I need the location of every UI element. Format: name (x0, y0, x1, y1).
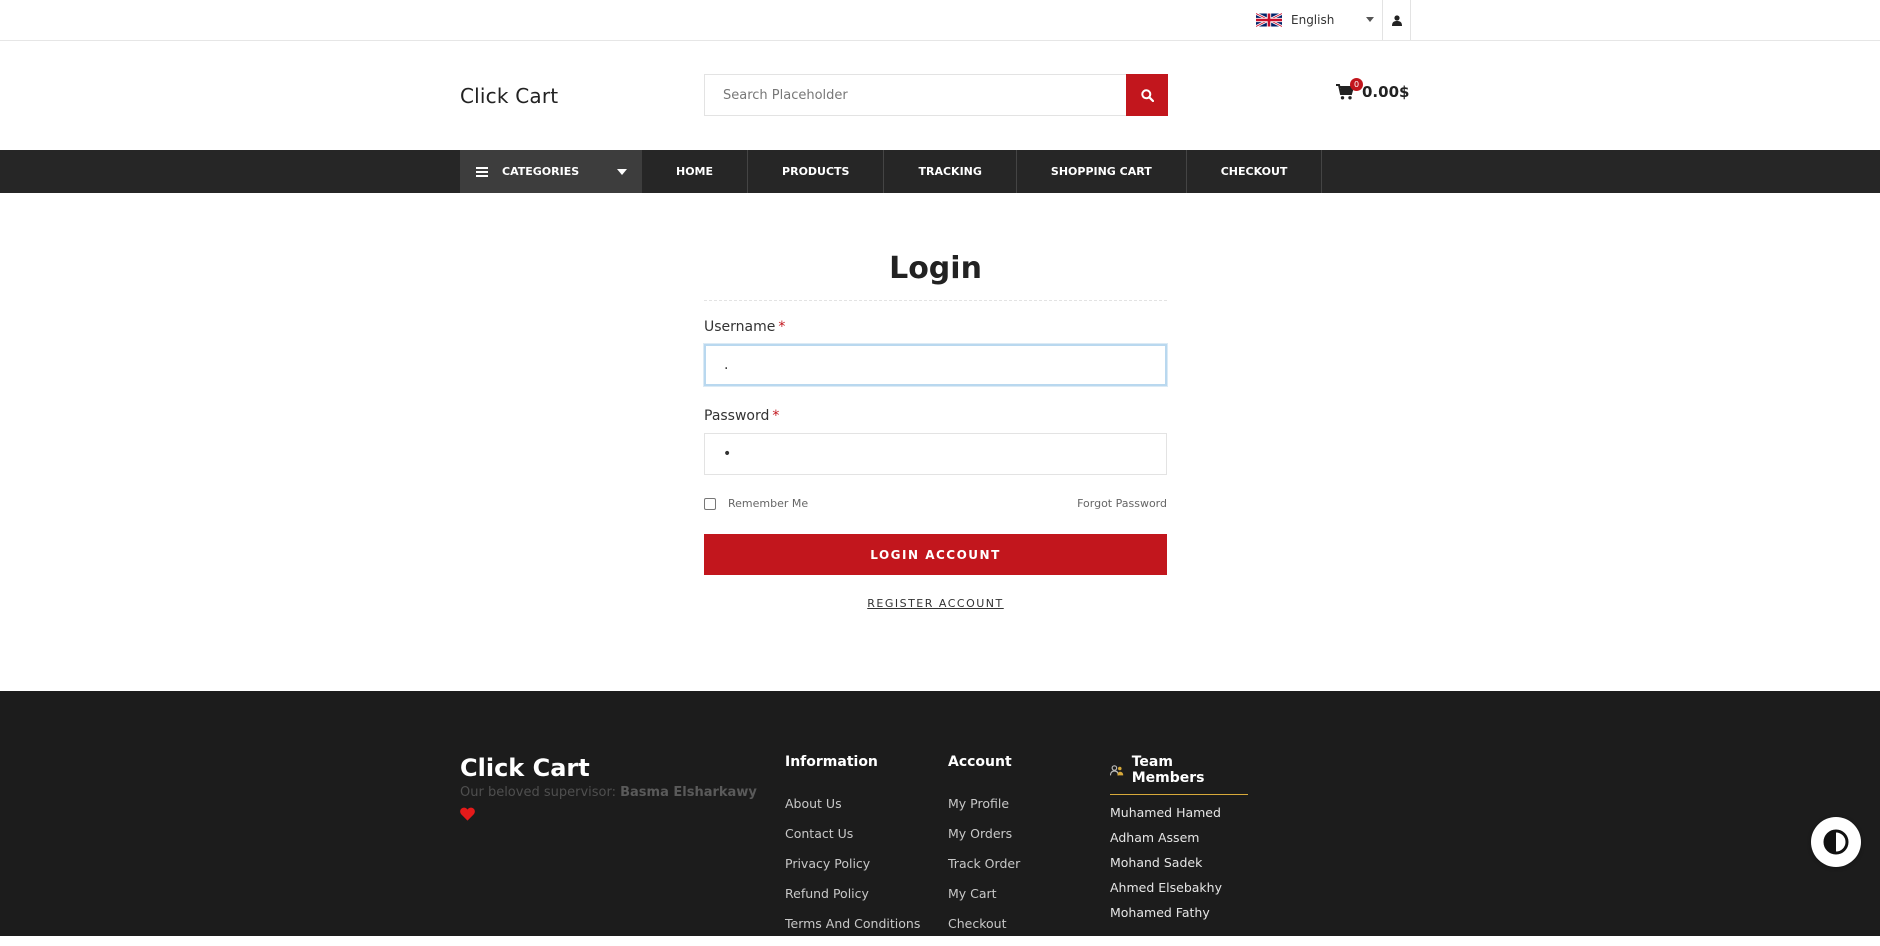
main-navigation: CATEGORIES HOME PRODUCTS TRACKING SHOPPI… (0, 150, 1880, 193)
footer-link-contact-us[interactable]: Contact Us (785, 826, 920, 856)
cart-button[interactable]: 0 0.00$ (1336, 78, 1410, 101)
supervisor-credit: Our beloved supervisor: Basma Elsharkawy (460, 785, 757, 800)
search-input[interactable] (705, 75, 1126, 115)
password-field[interactable] (704, 433, 1167, 475)
categories-dropdown[interactable]: CATEGORIES (460, 150, 642, 193)
footer-information: Information About Us Contact Us Privacy … (785, 754, 920, 946)
header: Click Cart 0 0.00$ (0, 41, 1880, 150)
search-icon (1140, 88, 1154, 102)
team-heading: Team Members (1110, 754, 1248, 795)
language-label: English (1291, 13, 1335, 27)
language-selector[interactable]: English (1256, 0, 1382, 40)
footer-link-about-us[interactable]: About Us (785, 796, 920, 826)
username-field[interactable] (704, 344, 1167, 386)
chevron-down-icon (1366, 17, 1374, 22)
footer-link-terms[interactable]: Terms And Conditions (785, 916, 920, 946)
site-logo[interactable]: Click Cart (460, 84, 558, 108)
categories-label: CATEGORIES (502, 165, 580, 178)
footer-team: Team Members Muhamed Hamed Adham Assem M… (1110, 754, 1248, 930)
theme-toggle-button[interactable] (1811, 817, 1861, 867)
required-mark: * (772, 408, 780, 424)
search-bar (704, 74, 1168, 116)
cart-total: 0.00$ (1362, 83, 1410, 101)
top-bar: English (0, 0, 1880, 41)
search-button[interactable] (1126, 74, 1168, 116)
footer-link-privacy-policy[interactable]: Privacy Policy (785, 856, 920, 886)
nav-item-checkout[interactable]: CHECKOUT (1187, 150, 1323, 193)
nav-item-home[interactable]: HOME (642, 150, 749, 193)
team-member: Ahmed Elsebakhy (1110, 880, 1222, 895)
menu-icon (476, 166, 488, 177)
remember-me-checkbox[interactable] (704, 497, 716, 510)
supervisor-prefix: Our beloved supervisor: (460, 785, 616, 800)
nav-item-shopping-cart[interactable]: SHOPPING CART (1017, 150, 1187, 193)
required-mark: * (778, 319, 786, 335)
forgot-password-link[interactable]: Forgot Password (1077, 497, 1167, 510)
user-icon (1391, 14, 1402, 26)
remember-me[interactable]: Remember Me (704, 497, 808, 510)
footer-link-refund-policy[interactable]: Refund Policy (785, 886, 920, 916)
information-heading: Information (785, 754, 878, 770)
footer-link-track-order[interactable]: Track Order (948, 856, 1020, 886)
nav-item-products[interactable]: PRODUCTS (748, 150, 885, 193)
username-label-text: Username (704, 319, 776, 335)
footer-link-checkout[interactable]: Checkout (948, 916, 1020, 946)
team-icon (1110, 764, 1124, 775)
password-label-text: Password (704, 408, 770, 424)
page-title: Login (704, 251, 1167, 301)
user-account-button[interactable] (1382, 0, 1411, 40)
footer: Click Cart Our beloved supervisor: Basma… (0, 691, 1880, 936)
remember-me-label: Remember Me (728, 497, 809, 510)
account-heading: Account (948, 754, 1012, 770)
login-options: Remember Me Forgot Password (704, 497, 1167, 510)
footer-account: Account My Profile My Orders Track Order… (948, 754, 1020, 946)
team-member: Adham Assem (1110, 830, 1200, 845)
register-account-link[interactable]: REGISTER ACCOUNT (704, 597, 1167, 610)
footer-link-my-cart[interactable]: My Cart (948, 886, 1020, 916)
nav-item-tracking[interactable]: TRACKING (884, 150, 1017, 193)
uk-flag-icon (1256, 13, 1282, 27)
cart-count-badge: 0 (1350, 78, 1363, 91)
chevron-down-icon (617, 169, 627, 175)
footer-link-my-orders[interactable]: My Orders (948, 826, 1020, 856)
contrast-icon (1823, 829, 1849, 855)
nav-items: HOME PRODUCTS TRACKING SHOPPING CART CHE… (642, 150, 1323, 193)
password-label: Password * (704, 408, 1167, 424)
team-heading-text: Team Members (1131, 754, 1205, 786)
login-button[interactable]: LOGIN ACCOUNT (704, 534, 1167, 575)
login-form: Login Username* Password* Remember Me Fo… (704, 251, 1167, 610)
team-member: Mohand Sadek (1110, 855, 1203, 870)
footer-logo: Click Cart (460, 754, 590, 782)
footer-link-my-profile[interactable]: My Profile (948, 796, 1020, 826)
supervisor-name: Basma Elsharkawy (620, 785, 757, 800)
team-member: Mohamed Fathy (1110, 905, 1210, 920)
username-label: Username * (704, 319, 1167, 335)
heart-icon (460, 807, 475, 821)
team-member: Muhamed Hamed (1110, 805, 1221, 820)
